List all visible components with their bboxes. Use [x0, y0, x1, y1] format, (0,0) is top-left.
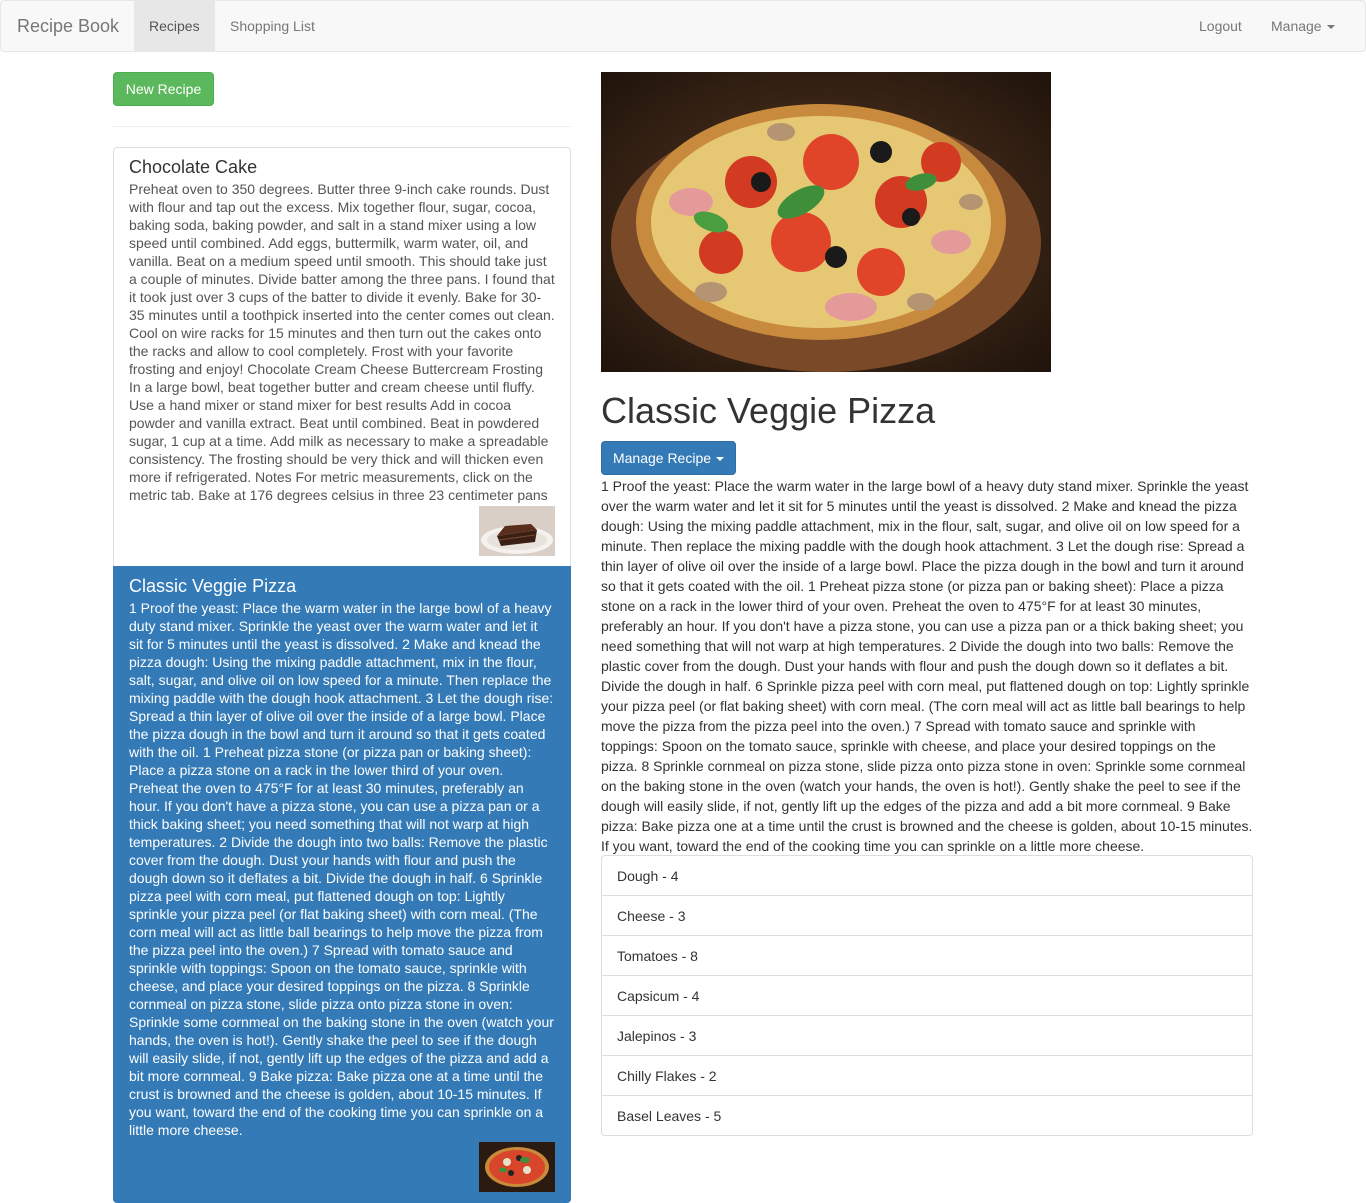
- nav-manage-label: Manage: [1271, 18, 1322, 34]
- manage-recipe-button[interactable]: Manage Recipe: [601, 441, 736, 475]
- brand-link[interactable]: Recipe Book: [17, 15, 119, 37]
- ingredient-item[interactable]: Capsicum - 4: [601, 975, 1253, 1016]
- recipe-description: 1 Proof the yeast: Place the warm water …: [601, 478, 1253, 854]
- ingredient-item[interactable]: Dough - 4: [601, 855, 1253, 896]
- recipe-list-item[interactable]: Chocolate Cake Preheat oven to 350 degre…: [113, 147, 571, 567]
- nav-logout[interactable]: Logout: [1184, 1, 1257, 51]
- nav-recipes[interactable]: Recipes: [134, 1, 215, 51]
- ingredient-item[interactable]: Tomatoes - 8: [601, 935, 1253, 976]
- divider: [113, 126, 571, 127]
- nav-shopping-list[interactable]: Shopping List: [215, 1, 330, 51]
- ingredient-item[interactable]: Basel Leaves - 5: [601, 1095, 1253, 1136]
- navbar: Recipe Book Recipes Shopping List Logout…: [0, 0, 1366, 52]
- ingredient-item[interactable]: Cheese - 3: [601, 895, 1253, 936]
- recipe-hero-image: [601, 72, 1051, 372]
- nav-manage-dropdown[interactable]: Manage: [1256, 1, 1350, 51]
- ingredient-item[interactable]: Chilly Flakes - 2: [601, 1055, 1253, 1096]
- recipe-list-item-active[interactable]: Classic Veggie Pizza 1 Proof the yeast: …: [113, 566, 571, 1203]
- recipe-title: Classic Veggie Pizza: [601, 390, 936, 431]
- new-recipe-button[interactable]: New Recipe: [113, 72, 214, 106]
- recipe-item-description: 1 Proof the yeast: Place the warm water …: [129, 600, 554, 1138]
- pizza-thumbnail: [479, 1142, 555, 1192]
- ingredient-item[interactable]: Jalepinos - 3: [601, 1015, 1253, 1056]
- chevron-down-icon: [716, 457, 725, 462]
- recipe-item-title: Classic Veggie Pizza: [129, 576, 297, 596]
- chocolate-cake-thumbnail: [479, 506, 555, 556]
- chevron-down-icon: [1326, 25, 1335, 30]
- manage-recipe-label: Manage Recipe: [612, 450, 712, 466]
- recipe-item-title: Chocolate Cake: [129, 157, 258, 177]
- ingredient-list: Dough - 4 Cheese - 3 Tomatoes - 8 Capsic…: [601, 855, 1253, 1136]
- recipe-item-description: Preheat oven to 350 degrees. Butter thre…: [129, 181, 555, 503]
